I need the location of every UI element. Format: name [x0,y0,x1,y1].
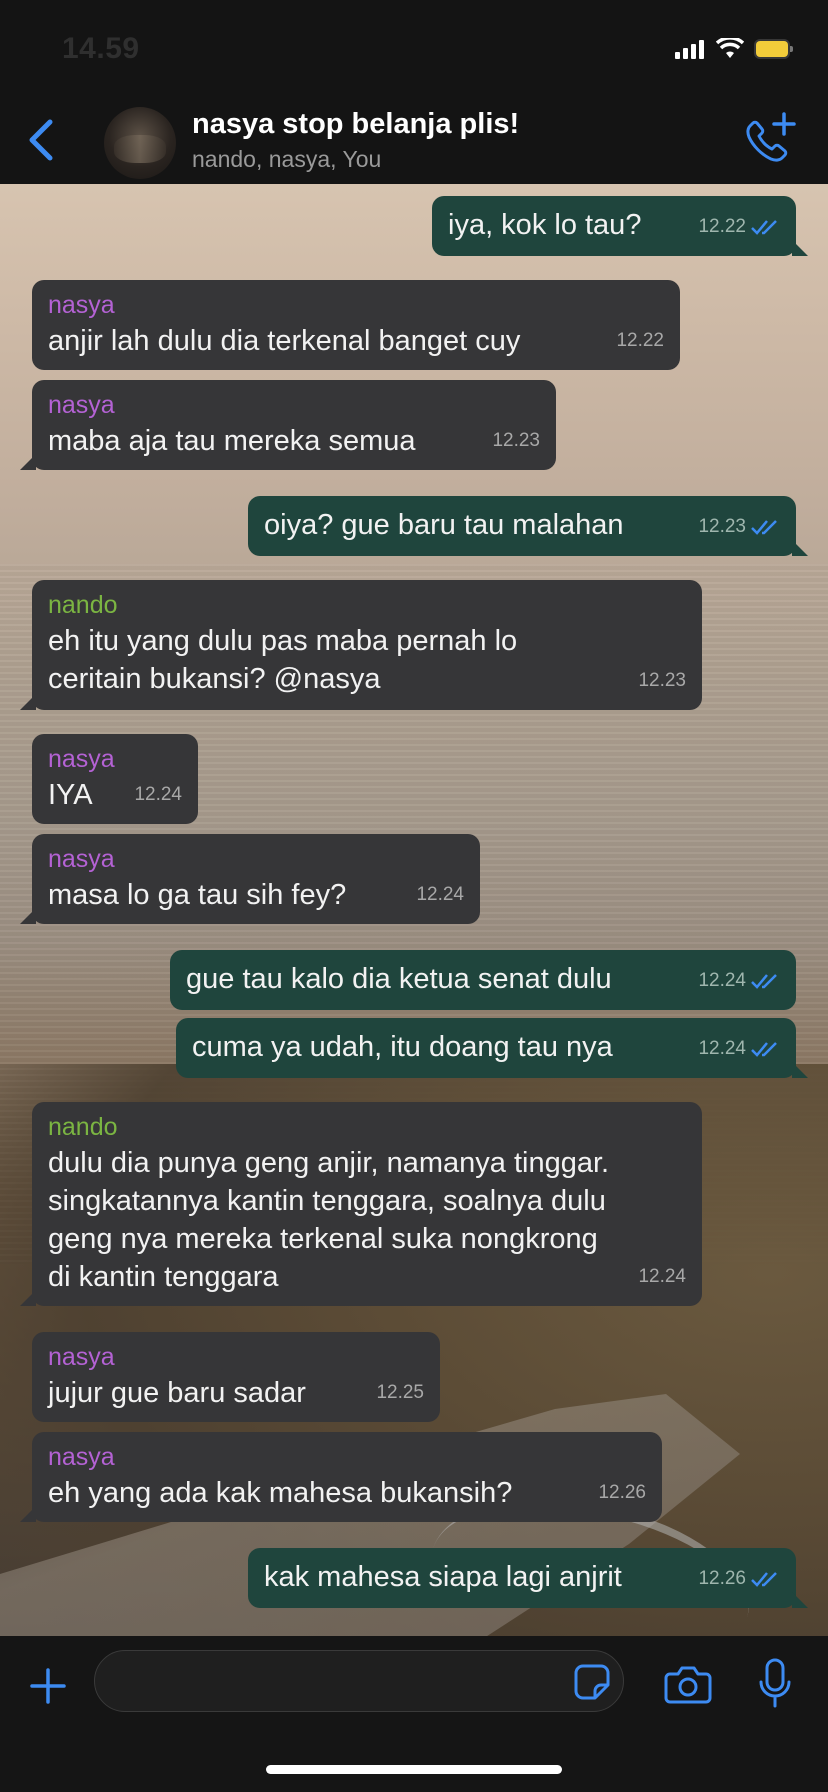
bubble-tail [20,1506,36,1522]
message-text: maba aja tau mereka semua [48,425,416,457]
chat-title[interactable]: nasya stop belanja plis! [192,108,519,141]
message-bubble-outgoing[interactable]: kak mahesa siapa lagi anjrit 12.26 [248,1548,808,1608]
chat-members[interactable]: nando, nasya, You [192,146,381,173]
bubble-tail [792,1592,808,1608]
microphone-icon[interactable] [758,1658,792,1710]
bubble-tail [792,540,808,556]
message-meta: 12.24 [698,962,780,1000]
group-avatar[interactable] [104,107,176,179]
double-check-icon [751,220,777,235]
message-bubble-incoming[interactable]: nasya maba aja tau mereka semua 12.23 [20,380,556,470]
message-sender: nasya [48,391,115,419]
message-time: 12.25 [376,1382,424,1403]
message-bubble-outgoing[interactable]: iya, kok lo tau? 12.22 [432,196,808,256]
message-text: iya, kok lo tau? [448,209,642,241]
message-text-line: ceritain bukansi? @nasya [48,663,381,695]
message-time: 12.23 [492,430,540,451]
message-sender: nasya [48,1343,115,1371]
message-text: cuma ya udah, itu doang tau nya [192,1031,613,1063]
cellular-signal-icon [675,39,704,59]
bubble-tail [20,908,36,924]
message-bubble-outgoing[interactable]: cuma ya udah, itu doang tau nya 12.24 [176,1018,808,1078]
message-bubble-incoming[interactable]: nasya jujur gue baru sadar 12.25 [32,1332,440,1422]
message-time: 12.24 [416,884,464,905]
status-time: 14.59 [62,32,140,65]
message-text: IYA [48,779,93,811]
message-bubble-incoming[interactable]: nando eh itu yang dulu pas maba pernah l… [20,580,702,710]
message-meta: 12.22 [698,208,780,246]
message-text: masa lo ga tau sih fey? [48,879,347,911]
message-time: 12.24 [638,1266,686,1287]
message-time: 12.24 [698,970,746,991]
status-icons [675,38,793,60]
message-text: oiya? gue baru tau malahan [264,509,624,541]
message-bubble-incoming[interactable]: nasya IYA 12.24 [32,734,198,824]
message-bubble-outgoing[interactable]: oiya? gue baru tau malahan 12.23 [248,496,808,556]
message-sender: nasya [48,1443,115,1471]
chat-header: nasya stop belanja plis! nando, nasya, Y… [0,98,828,184]
phone-plus-icon[interactable] [740,112,798,170]
plus-icon[interactable] [28,1666,68,1706]
message-bubble-incoming[interactable]: nasya masa lo ga tau sih fey? 12.24 [20,834,480,924]
sticker-icon[interactable] [573,1663,611,1701]
chevron-left-icon[interactable] [22,116,58,164]
battery-icon [756,41,793,57]
message-sender: nando [48,591,118,619]
message-text-line: dulu dia punya geng anjir, namanya tingg… [48,1147,610,1179]
message-meta: 12.24 [638,1258,686,1296]
message-time: 12.24 [698,1038,746,1059]
message-sender: nasya [48,745,115,773]
message-bubble-outgoing[interactable]: gue tau kalo dia ketua senat dulu 12.24 [170,950,796,1010]
home-indicator[interactable] [266,1765,562,1774]
double-check-icon [751,1042,777,1057]
message-time: 12.24 [134,784,182,805]
message-meta: 12.23 [492,422,540,460]
message-meta: 12.24 [134,776,182,814]
message-meta: 12.22 [616,322,664,360]
message-text-line: di kantin tenggara [48,1261,279,1293]
message-text: anjir lah dulu dia terkenal banget cuy [48,325,521,357]
message-bubble-incoming[interactable]: nasya eh yang ada kak mahesa bukansih? 1… [20,1432,662,1522]
message-time: 12.23 [698,516,746,537]
message-text-line: singkatannya kantin tenggara, soalnya du… [48,1185,606,1217]
message-sender: nasya [48,291,115,319]
message-sender: nando [48,1113,118,1141]
double-check-icon [751,1572,777,1587]
message-text: gue tau kalo dia ketua senat dulu [186,963,612,995]
message-meta: 12.26 [598,1474,646,1512]
message-sender: nasya [48,845,115,873]
bubble-tail [20,694,36,710]
bubble-tail [20,1290,36,1306]
message-bubble-incoming[interactable]: nando dulu dia punya geng anjir, namanya… [20,1102,702,1306]
message-time: 12.26 [698,1568,746,1589]
message-text: eh yang ada kak mahesa bukansih? [48,1477,513,1509]
message-meta: 12.24 [416,876,464,914]
message-input[interactable] [94,1650,624,1712]
message-text-line: geng nya mereka terkenal suka nongkrong [48,1223,598,1255]
bubble-tail [792,1062,808,1078]
message-meta: 12.23 [638,662,686,700]
status-bar: 14.59 [0,0,828,98]
double-check-icon [751,520,777,535]
message-time: 12.22 [698,216,746,237]
message-meta: 12.24 [698,1030,780,1068]
camera-icon[interactable] [664,1664,712,1704]
message-time: 12.22 [616,330,664,351]
message-meta: 12.23 [698,508,780,546]
message-meta: 12.26 [698,1560,780,1598]
double-check-icon [751,974,777,989]
message-time: 12.23 [638,670,686,691]
bubble-tail [20,454,36,470]
message-meta: 12.25 [376,1374,424,1412]
message-text: jujur gue baru sadar [48,1377,306,1409]
wifi-icon [716,38,744,58]
message-bubble-incoming[interactable]: nasya anjir lah dulu dia terkenal banget… [32,280,680,370]
message-time: 12.26 [598,1482,646,1503]
message-text: kak mahesa siapa lagi anjrit [264,1561,622,1593]
bubble-tail [792,240,808,256]
message-text-line: eh itu yang dulu pas maba pernah lo [48,625,518,657]
